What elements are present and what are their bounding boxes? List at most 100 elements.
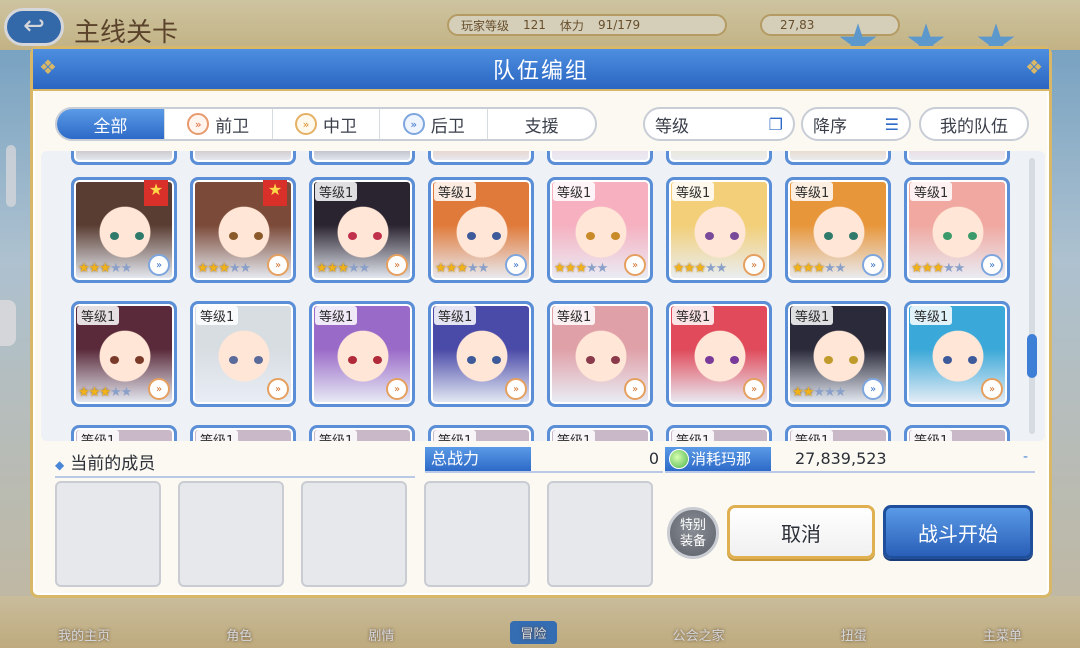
star-icon: ★ (802, 261, 815, 276)
member-slot[interactable] (424, 481, 530, 587)
rarity-stars: ★★★★★ (316, 261, 370, 276)
tab-support[interactable]: 支援 (487, 109, 595, 139)
character-card[interactable]: 等级1 (309, 425, 415, 441)
character-card[interactable]: 等级1 (428, 425, 534, 441)
member-slot[interactable] (301, 481, 407, 587)
character-card[interactable]: 等级1 (666, 425, 772, 441)
star-icon: ★ (466, 261, 479, 276)
star-icon: ★ (683, 261, 696, 276)
star-icon: ★ (921, 261, 934, 276)
character-grid: ★★等级1等级1等级1等级1等级1等级1★★★★★★»★★★★★★»等级1★★★… (41, 151, 1045, 441)
tab-label: 后卫 (430, 116, 465, 137)
position-arrow-icon: » (624, 254, 646, 276)
character-card[interactable]: 等级1 ★★★★★» (309, 177, 415, 283)
character-card[interactable]: 等级1 ★★★★★ » (785, 177, 891, 283)
tab-label: 前卫 (215, 116, 250, 137)
special-equipment-button[interactable]: 特别 装备 (667, 507, 719, 559)
rarity-stars: ★★★★★ (911, 261, 965, 276)
character-card[interactable]: 等级1 (71, 425, 177, 441)
star-icon: ★ (942, 261, 955, 276)
member-slot[interactable] (55, 481, 161, 587)
character-card[interactable]: 等级1 (547, 425, 653, 441)
character-card[interactable]: 等级1 (904, 151, 1010, 165)
character-card[interactable]: 等级1 (309, 151, 415, 165)
tab-label: 中卫 (322, 116, 357, 137)
portrait-eyes (943, 232, 977, 240)
sort-order-button[interactable]: 降序 ☰ (801, 107, 911, 141)
star-icon: ★ (596, 261, 609, 276)
character-card[interactable]: 等级1 (190, 425, 296, 441)
level-label: 等级1 (791, 182, 834, 201)
star-icon: ★ (575, 261, 587, 276)
star-icon: ★ (78, 261, 90, 276)
tab-rear[interactable]: » 后卫 (379, 109, 487, 139)
level-label: 等级1 (553, 182, 596, 201)
character-card[interactable]: 等级1 » (428, 301, 534, 407)
position-arrow-icon: » (743, 254, 765, 276)
portrait-eyes (110, 232, 144, 240)
divider (425, 471, 663, 473)
star-icon: ★ (813, 261, 825, 276)
my-team-button[interactable]: 我的队伍 (919, 107, 1029, 141)
character-card[interactable]: 等级1 (785, 425, 891, 441)
position-arrow-icon: » (862, 378, 884, 400)
character-card[interactable]: ★ (190, 151, 296, 165)
member-slot[interactable] (178, 481, 284, 587)
cancel-button[interactable]: 取消 (727, 505, 875, 559)
character-card[interactable]: 等级1 (785, 151, 891, 165)
dialog-title: 队伍编组 (492, 59, 589, 84)
level-label: 等级1 (910, 430, 953, 441)
star-icon: ★ (585, 261, 598, 276)
character-card[interactable]: 等级1 ★★★★★» (666, 177, 772, 283)
scrollbar-thumb[interactable] (1027, 334, 1037, 378)
level-label: 等级1 (553, 306, 596, 325)
star-icon: ★ (326, 261, 339, 276)
rarity-stars: ★★★★★ (435, 261, 489, 276)
member-slot[interactable] (547, 481, 653, 587)
sort-by-button[interactable]: 等级 ❐ (643, 107, 795, 141)
star-icon: ★ (704, 261, 717, 276)
position-arrow-icon: » (981, 378, 1003, 400)
my-team-label: 我的队伍 (940, 116, 1008, 137)
character-card[interactable]: 等级1 ★★★★★» (71, 301, 177, 407)
tab-all[interactable]: 全部 (57, 109, 164, 139)
character-card[interactable]: 等级1 ★★★★★» (904, 177, 1010, 283)
character-card[interactable]: 等级1 (428, 151, 534, 165)
character-card[interactable]: 等级1 » (904, 301, 1010, 407)
rarity-stars: ★★★★★ (673, 261, 727, 276)
character-card[interactable]: 等级1 » (666, 301, 772, 407)
tab-front[interactable]: » 前卫 (163, 109, 272, 139)
character-card[interactable]: 等级1 (904, 425, 1010, 441)
sort-lines-icon: ☰ (884, 114, 899, 134)
portrait-eyes (943, 356, 977, 364)
portrait-eyes (467, 232, 501, 240)
character-card[interactable]: ★ ★★★★★» (71, 177, 177, 283)
rarity-stars: ★★★★★ (197, 261, 251, 276)
position-arrow-icon: » (148, 254, 170, 276)
star-icon: ★ (823, 261, 836, 276)
character-card[interactable]: 等级1 » (547, 301, 653, 407)
tab-middle[interactable]: » 中卫 (271, 109, 380, 139)
character-card[interactable]: 等级1 ★★★★★» (785, 301, 891, 407)
level-label: 等级1 (196, 430, 239, 441)
character-card[interactable]: 等级1 ★★★★★» (428, 177, 534, 283)
level-label: 等级1 (196, 306, 239, 325)
battle-start-button[interactable]: 战斗开始 (883, 505, 1033, 559)
character-card[interactable]: ★ ★★★★★» (190, 177, 296, 283)
order-label: 降序 (813, 116, 847, 137)
character-card[interactable]: 等级1 » (309, 301, 415, 407)
star-icon: ★ (218, 261, 230, 276)
character-card[interactable]: 等级1 (666, 151, 772, 165)
rarity-stars: ★★★★★ (792, 261, 846, 276)
character-card[interactable]: 等级1 (547, 151, 653, 165)
copy-icon: ❐ (768, 114, 783, 134)
total-power-label: 总战力 (425, 447, 531, 471)
character-card[interactable]: ★ (71, 151, 177, 165)
character-card[interactable]: 等级1 » (190, 301, 296, 407)
grid-scrollbar[interactable] (1029, 158, 1035, 434)
tab-label: 全部 (93, 116, 128, 137)
star-icon: ★ (834, 385, 847, 400)
mana-cost-value: 27,839,523 (795, 449, 887, 468)
character-card[interactable]: 等级1 ★★★★★» (547, 177, 653, 283)
position-arrow-icon: » (862, 254, 884, 276)
